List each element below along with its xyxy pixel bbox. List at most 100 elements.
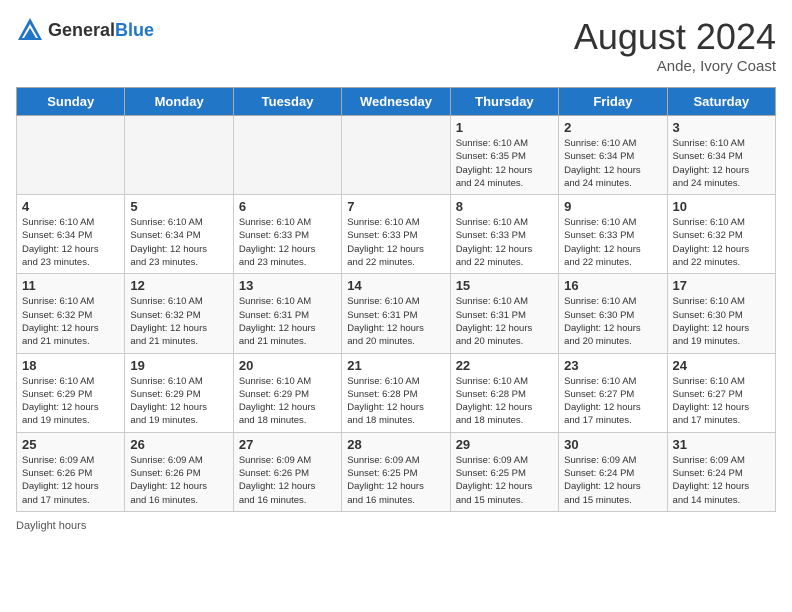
day-detail: Sunrise: 6:09 AM Sunset: 6:25 PM Dayligh… xyxy=(456,454,553,507)
calendar-cell: 30Sunrise: 6:09 AM Sunset: 6:24 PM Dayli… xyxy=(559,432,667,511)
calendar-cell: 4 Sunrise: 6:10 AM Sunset: 6:34 PM Daylig… xyxy=(17,195,125,274)
calendar-cell: 31 Sunrise: 6:09 AM Sunset: 6:24 PM Dayli… xyxy=(667,432,775,511)
logo-general: General xyxy=(48,20,115,40)
day-number: 17 xyxy=(673,278,770,293)
calendar-cell: 15 Sunrise: 6:10 AM Sunset: 6:31 PM Dayli… xyxy=(450,274,558,353)
day-detail: Sunrise: 6:10 AM Sunset: 6:35 PM Dayligh… xyxy=(456,137,553,190)
day-number: 14 xyxy=(347,278,444,293)
daylight-label: Daylight hours xyxy=(16,520,86,532)
day-detail: Sunrise: 6:10 AM Sunset: 6:30 PM Dayligh… xyxy=(673,295,770,348)
calendar-cell: 6 Sunrise: 6:10 AM Sunset: 6:33 PM Daylig… xyxy=(233,195,341,274)
calendar-cell: 23Sunrise: 6:10 AM Sunset: 6:27 PM Dayli… xyxy=(559,353,667,432)
day-number: 9 xyxy=(564,199,661,214)
calendar-cell: 29 Sunrise: 6:09 AM Sunset: 6:25 PM Dayli… xyxy=(450,432,558,511)
day-detail: Sunrise: 6:10 AM Sunset: 6:29 PM Dayligh… xyxy=(130,375,227,428)
day-detail: Sunrise: 6:09 AM Sunset: 6:24 PM Dayligh… xyxy=(564,454,661,507)
day-number: 21 xyxy=(347,358,444,373)
day-number: 10 xyxy=(673,199,770,214)
day-detail: Sunrise: 6:10 AM Sunset: 6:27 PM Dayligh… xyxy=(564,375,661,428)
day-detail: Sunrise: 6:10 AM Sunset: 6:28 PM Dayligh… xyxy=(456,375,553,428)
day-number: 15 xyxy=(456,278,553,293)
calendar-cell: 7 Sunrise: 6:10 AM Sunset: 6:33 PM Daylig… xyxy=(342,195,450,274)
calendar-cell: 22 Sunrise: 6:10 AM Sunset: 6:28 PM Dayli… xyxy=(450,353,558,432)
day-number: 18 xyxy=(22,358,119,373)
calendar-cell: 14Sunrise: 6:10 AM Sunset: 6:31 PM Dayli… xyxy=(342,274,450,353)
day-number: 22 xyxy=(456,358,553,373)
calendar-cell: 12 Sunrise: 6:10 AM Sunset: 6:32 PM Dayli… xyxy=(125,274,233,353)
day-number: 24 xyxy=(673,358,770,373)
calendar-cell: 17 Sunrise: 6:10 AM Sunset: 6:30 PM Dayli… xyxy=(667,274,775,353)
calendar-cell: 2 Sunrise: 6:10 AM Sunset: 6:34 PM Daylig… xyxy=(559,116,667,195)
day-detail: Sunrise: 6:10 AM Sunset: 6:30 PM Dayligh… xyxy=(564,295,661,348)
day-detail: Sunrise: 6:09 AM Sunset: 6:26 PM Dayligh… xyxy=(130,454,227,507)
day-detail: Sunrise: 6:10 AM Sunset: 6:32 PM Dayligh… xyxy=(673,216,770,269)
day-detail: Sunrise: 6:09 AM Sunset: 6:24 PM Dayligh… xyxy=(673,454,770,507)
footer: Daylight hours xyxy=(16,520,776,532)
day-detail: Sunrise: 6:10 AM Sunset: 6:29 PM Dayligh… xyxy=(239,375,336,428)
calendar-cell: 26 Sunrise: 6:09 AM Sunset: 6:26 PM Dayli… xyxy=(125,432,233,511)
calendar-cell: 25Sunrise: 6:09 AM Sunset: 6:26 PM Dayli… xyxy=(17,432,125,511)
calendar-cell: 13Sunrise: 6:10 AM Sunset: 6:31 PM Dayli… xyxy=(233,274,341,353)
day-detail: Sunrise: 6:09 AM Sunset: 6:25 PM Dayligh… xyxy=(347,454,444,507)
day-number: 1 xyxy=(456,120,553,135)
day-number: 2 xyxy=(564,120,661,135)
calendar-cell xyxy=(17,116,125,195)
day-detail: Sunrise: 6:10 AM Sunset: 6:34 PM Dayligh… xyxy=(22,216,119,269)
day-detail: Sunrise: 6:10 AM Sunset: 6:33 PM Dayligh… xyxy=(456,216,553,269)
calendar-cell: 28Sunrise: 6:09 AM Sunset: 6:25 PM Dayli… xyxy=(342,432,450,511)
day-number: 7 xyxy=(347,199,444,214)
calendar-cell: 21 Sunrise: 6:10 AM Sunset: 6:28 PM Dayli… xyxy=(342,353,450,432)
calendar-cell xyxy=(125,116,233,195)
day-detail: Sunrise: 6:10 AM Sunset: 6:31 PM Dayligh… xyxy=(456,295,553,348)
title-block: August 2024 Ande, Ivory Coast xyxy=(574,16,776,75)
day-number: 12 xyxy=(130,278,227,293)
day-number: 3 xyxy=(673,120,770,135)
calendar-cell: 3 Sunrise: 6:10 AM Sunset: 6:34 PM Daylig… xyxy=(667,116,775,195)
calendar-cell: 1 Sunrise: 6:10 AM Sunset: 6:35 PM Daylig… xyxy=(450,116,558,195)
day-detail: Sunrise: 6:10 AM Sunset: 6:32 PM Dayligh… xyxy=(22,295,119,348)
calendar-cell xyxy=(233,116,341,195)
day-number: 4 xyxy=(22,199,119,214)
weekday-header: Saturday xyxy=(667,88,775,116)
page-header: GeneralBlue August 2024 Ande, Ivory Coas… xyxy=(16,16,776,75)
calendar-table: SundayMondayTuesdayWednesdayThursdayFrid… xyxy=(16,87,776,512)
day-number: 13 xyxy=(239,278,336,293)
day-detail: Sunrise: 6:10 AM Sunset: 6:33 PM Dayligh… xyxy=(347,216,444,269)
logo-icon xyxy=(16,16,44,44)
logo: GeneralBlue xyxy=(16,16,154,44)
calendar-cell: 11 Sunrise: 6:10 AM Sunset: 6:32 PM Dayli… xyxy=(17,274,125,353)
calendar-cell: 18 Sunrise: 6:10 AM Sunset: 6:29 PM Dayli… xyxy=(17,353,125,432)
weekday-header: Sunday xyxy=(17,88,125,116)
day-detail: Sunrise: 6:10 AM Sunset: 6:34 PM Dayligh… xyxy=(673,137,770,190)
day-detail: Sunrise: 6:10 AM Sunset: 6:34 PM Dayligh… xyxy=(564,137,661,190)
calendar-cell: 27Sunrise: 6:09 AM Sunset: 6:26 PM Dayli… xyxy=(233,432,341,511)
day-detail: Sunrise: 6:10 AM Sunset: 6:34 PM Dayligh… xyxy=(130,216,227,269)
day-number: 11 xyxy=(22,278,119,293)
day-detail: Sunrise: 6:10 AM Sunset: 6:27 PM Dayligh… xyxy=(673,375,770,428)
day-number: 25 xyxy=(22,437,119,452)
calendar-cell: 9Sunrise: 6:10 AM Sunset: 6:33 PM Daylig… xyxy=(559,195,667,274)
day-number: 27 xyxy=(239,437,336,452)
day-detail: Sunrise: 6:10 AM Sunset: 6:33 PM Dayligh… xyxy=(239,216,336,269)
calendar-cell xyxy=(342,116,450,195)
day-number: 31 xyxy=(673,437,770,452)
weekday-header: Wednesday xyxy=(342,88,450,116)
month-year: August 2024 xyxy=(574,16,776,58)
location: Ande, Ivory Coast xyxy=(574,58,776,75)
calendar-cell: 16 Sunrise: 6:10 AM Sunset: 6:30 PM Dayli… xyxy=(559,274,667,353)
weekday-header: Monday xyxy=(125,88,233,116)
day-number: 29 xyxy=(456,437,553,452)
day-number: 16 xyxy=(564,278,661,293)
day-number: 6 xyxy=(239,199,336,214)
calendar-cell: 19 Sunrise: 6:10 AM Sunset: 6:29 PM Dayli… xyxy=(125,353,233,432)
day-number: 19 xyxy=(130,358,227,373)
day-number: 8 xyxy=(456,199,553,214)
day-detail: Sunrise: 6:10 AM Sunset: 6:32 PM Dayligh… xyxy=(130,295,227,348)
weekday-header: Friday xyxy=(559,88,667,116)
day-detail: Sunrise: 6:10 AM Sunset: 6:29 PM Dayligh… xyxy=(22,375,119,428)
day-number: 20 xyxy=(239,358,336,373)
calendar-cell: 10 Sunrise: 6:10 AM Sunset: 6:32 PM Dayli… xyxy=(667,195,775,274)
day-number: 26 xyxy=(130,437,227,452)
day-detail: Sunrise: 6:10 AM Sunset: 6:28 PM Dayligh… xyxy=(347,375,444,428)
weekday-header: Thursday xyxy=(450,88,558,116)
